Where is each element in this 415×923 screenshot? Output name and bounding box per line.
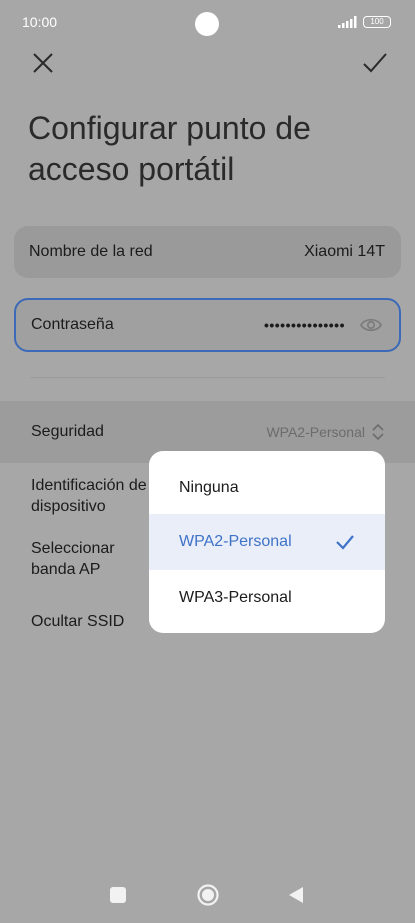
checkmark-icon <box>336 535 354 550</box>
home-button[interactable] <box>188 875 228 915</box>
status-time: 10:00 <box>22 14 58 30</box>
circle-icon <box>197 884 219 906</box>
option-wpa2-personal[interactable]: WPA2-Personal <box>149 514 385 570</box>
camera-cutout <box>195 12 219 36</box>
option-label: Ninguna <box>179 478 239 496</box>
navigation-bar <box>0 875 415 915</box>
divider <box>30 377 385 378</box>
network-name-field[interactable]: Nombre de la red Xiaomi 14T <box>14 226 401 278</box>
battery-icon: 100 <box>363 16 391 28</box>
close-icon[interactable] <box>30 50 56 76</box>
option-wpa3-personal[interactable]: WPA3-Personal <box>149 570 385 626</box>
check-icon[interactable] <box>362 50 388 76</box>
back-button[interactable] <box>276 875 316 915</box>
security-label: Seguridad <box>31 423 104 440</box>
page-title: Configurar punto de acceso portátil <box>28 110 311 187</box>
password-value: ••••••••••••••• <box>263 317 345 333</box>
battery-level: 100 <box>370 17 384 26</box>
device-id-setting[interactable]: Identificación de dispositivo <box>31 475 161 517</box>
network-name-label: Nombre de la red <box>29 243 153 260</box>
security-value: WPA2-Personal <box>266 424 365 440</box>
signal-icon <box>338 16 357 28</box>
eye-icon[interactable] <box>359 313 383 337</box>
option-label: WPA3-Personal <box>179 589 292 606</box>
network-name-value: Xiaomi 14T <box>304 243 385 260</box>
triangle-back-icon <box>289 887 303 903</box>
option-label: WPA2-Personal <box>179 533 292 550</box>
up-down-icon <box>372 423 384 441</box>
password-label: Contraseña <box>31 316 114 333</box>
ap-band-setting[interactable]: Seleccionar banda AP <box>31 538 161 580</box>
recent-apps-button[interactable] <box>98 875 138 915</box>
option-none[interactable]: Ninguna <box>149 451 385 514</box>
status-bar: 10:00 100 <box>0 0 415 46</box>
security-dropdown: Ninguna WPA2-Personal WPA3-Personal <box>149 451 385 633</box>
hide-ssid-setting[interactable]: Ocultar SSID <box>31 611 161 632</box>
password-field[interactable]: Contraseña ••••••••••••••• <box>14 298 401 352</box>
square-icon <box>110 887 126 903</box>
